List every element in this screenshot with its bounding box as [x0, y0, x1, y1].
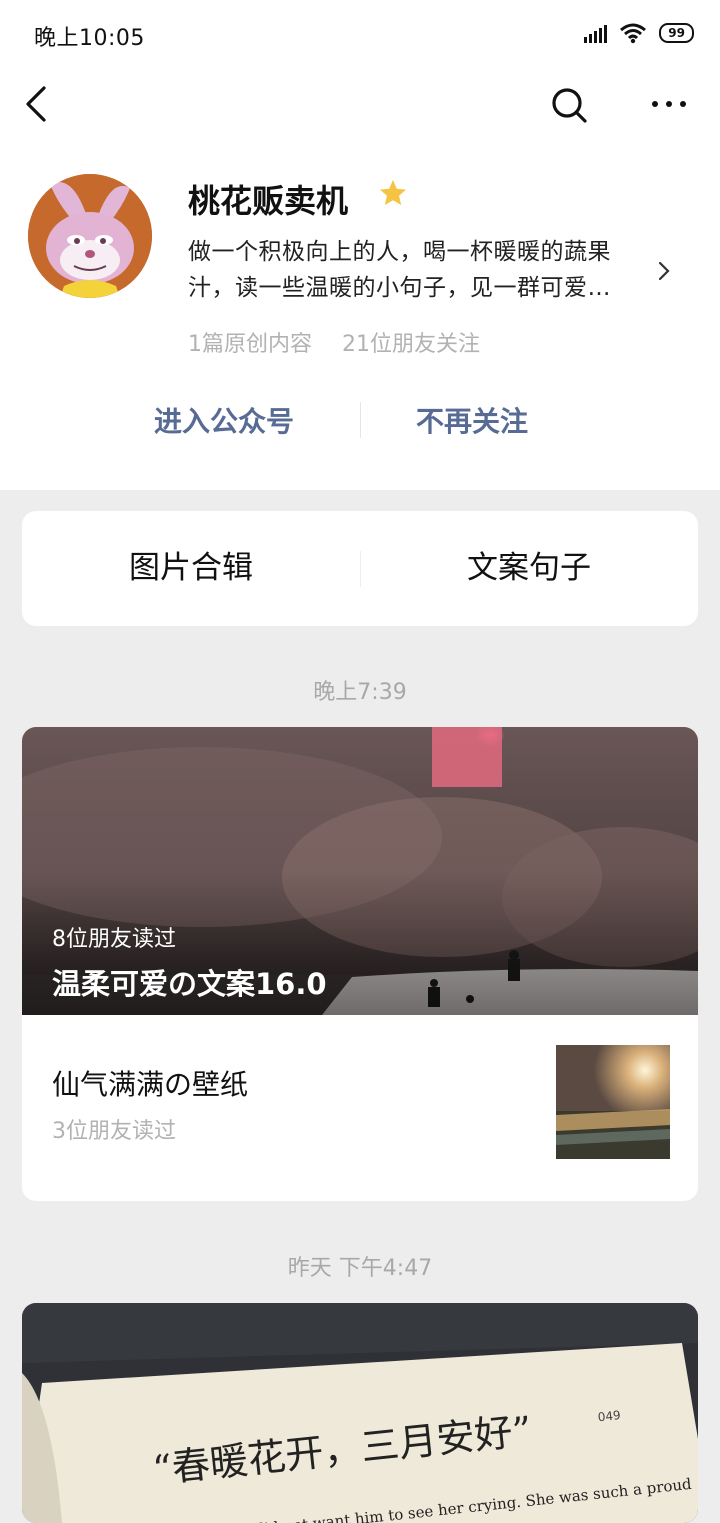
- battery-indicator: 99: [659, 23, 694, 43]
- article-cover[interactable]: 8位朋友读过 温柔可爱の文案16.0: [22, 727, 698, 1015]
- wifi-icon: [620, 23, 647, 44]
- sub-article-readers: 3位朋友读过: [52, 1119, 176, 1144]
- nav-bar: [0, 72, 720, 136]
- more-options-icon[interactable]: [646, 90, 692, 118]
- feed-timestamp-yesterday: 昨天 下午4:47: [287, 1256, 433, 1281]
- sub-article-title[interactable]: 仙气满满の壁纸: [52, 1063, 248, 1103]
- search-icon[interactable]: [548, 84, 590, 126]
- enter-account-button[interactable]: 进入公众号: [154, 400, 294, 440]
- back-arrow-icon[interactable]: [20, 82, 56, 126]
- menu-item-copy-sentences[interactable]: 文案句子: [360, 511, 698, 626]
- account-menu: 图片合辑 文案句子: [22, 511, 698, 626]
- account-stats: 1篇原创内容 21位朋友关注: [188, 326, 480, 358]
- signal-icon: [584, 23, 608, 43]
- account-name: 桃花贩卖机: [188, 182, 349, 220]
- book-page-cover-image: “春暖花开，三月安好” 049 lid not want him to see …: [22, 1303, 698, 1523]
- account-header: 晚上10:05 99 桃花贩卖机 做一个积极向上的人，喝一杯暖暖的蔬果汁，读一些…: [0, 0, 720, 490]
- status-time: 晚上10:05: [34, 26, 145, 51]
- status-bar: 晚上10:05 99: [0, 0, 720, 68]
- menu-item-image-collection[interactable]: 图片合辑: [22, 511, 360, 626]
- account-description[interactable]: 做一个积极向上的人，喝一杯暖暖的蔬果汁，读一些温暖的小句子，见一群可爱…: [188, 234, 650, 306]
- friends-following: 21位朋友关注: [342, 332, 480, 357]
- original-count: 1篇原创内容: [188, 332, 312, 357]
- cover-title: 温柔可爱の文案16.0: [52, 967, 327, 1001]
- cover-readers: 8位朋友读过: [52, 927, 176, 952]
- page-number: 049: [597, 1408, 621, 1424]
- account-avatar[interactable]: [28, 174, 152, 298]
- article-group: 8位朋友读过 温柔可爱の文案16.0 仙气满满の壁纸 3位朋友读过: [22, 727, 698, 1201]
- star-icon: [380, 180, 406, 205]
- wallpaper-thumbnail-image[interactable]: [556, 1045, 670, 1159]
- feed-timestamp: 晚上7:39: [313, 680, 407, 705]
- unfollow-button[interactable]: 不再关注: [416, 400, 528, 440]
- article-group-2[interactable]: “春暖花开，三月安好” 049 lid not want him to see …: [22, 1303, 698, 1523]
- action-divider: [360, 402, 361, 438]
- chevron-right-icon[interactable]: [656, 260, 672, 282]
- bunny-avatar-image: [28, 174, 152, 298]
- status-icons: 99: [584, 22, 694, 44]
